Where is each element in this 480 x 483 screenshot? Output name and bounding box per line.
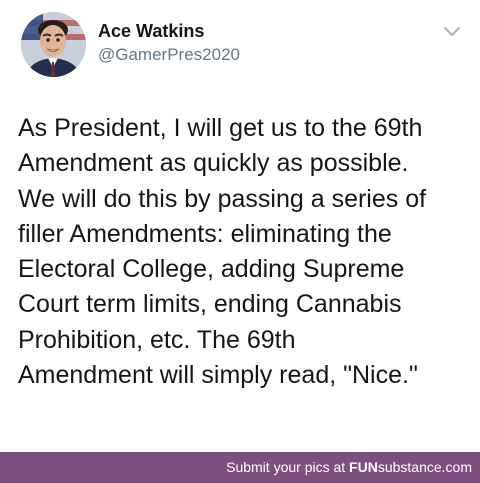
watermark-footer: Submit your pics at FUNsubstance.com <box>0 452 480 483</box>
tweet-text-line: As President, I will get us to the 69th <box>18 114 423 142</box>
watermark-prefix: Submit your pics at <box>226 459 350 475</box>
watermark-brand-bold: FUN <box>349 459 378 475</box>
author-display-name[interactable]: Ace Watkins <box>98 21 204 42</box>
avatar[interactable] <box>21 12 86 77</box>
tweet-text: As President, I will get us to the 69th … <box>18 111 476 393</box>
tweet-text-line: Electoral College, adding Supreme <box>18 255 405 284</box>
chevron-down-icon[interactable] <box>443 24 461 38</box>
watermark-text: Submit your pics at FUNsubstance.com <box>226 459 472 475</box>
tweet-text-line: Prohibition, etc. The 69th <box>18 325 296 354</box>
author-handle[interactable]: @GamerPres2020 <box>98 45 240 65</box>
tweet-text-line: filler Amendments: eliminating the <box>18 219 392 248</box>
avatar-image <box>21 12 86 77</box>
tweet-text-line: We will do this by passing a series of <box>18 184 427 213</box>
watermark-suffix: .com <box>441 459 472 475</box>
tweet-card: Ace Watkins @GamerPres2020 As President,… <box>0 0 480 452</box>
watermark-brand-rest: substance <box>377 459 442 475</box>
tweet-text-line: Court term limits, ending Cannabis <box>18 290 402 319</box>
tweet-text-line: Amendment as quickly as possible. <box>18 149 409 178</box>
tweet-text-line: Amendment will simply read, "Nice." <box>18 361 418 390</box>
